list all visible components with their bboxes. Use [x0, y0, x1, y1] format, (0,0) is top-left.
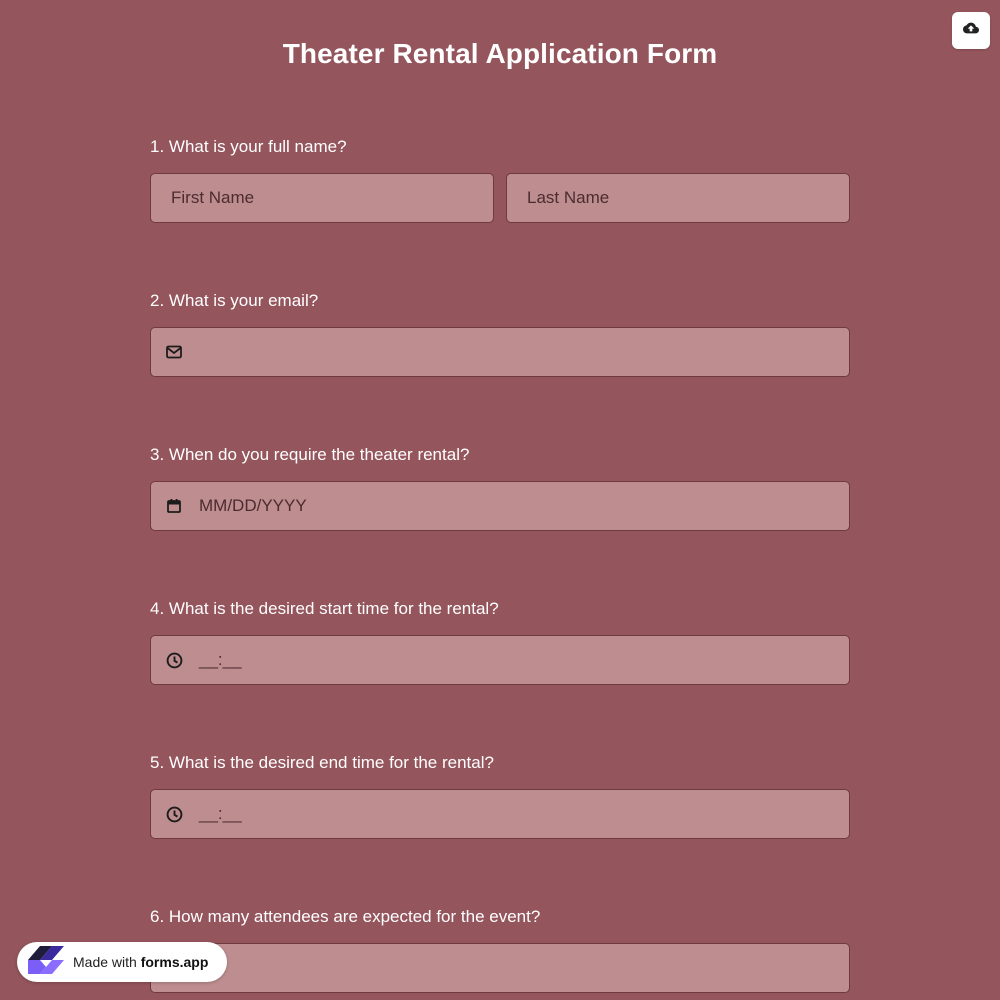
end-time-placeholder: __:__ [199, 804, 242, 823]
question-full-name: 1. What is your full name? First Name La… [150, 137, 850, 223]
forms-app-logo-icon [27, 943, 65, 982]
badge-brand: forms.app [140, 954, 209, 970]
mail-icon [165, 343, 183, 361]
question-label: 5. What is the desired end time for the … [150, 753, 494, 772]
badge-text: Made with forms.app [73, 954, 208, 970]
question-label: 2. What is your email? [150, 291, 319, 310]
date-placeholder: MM/DD/YYYY [199, 496, 307, 515]
question-email: 2. What is your email? [150, 291, 850, 377]
email-input[interactable] [150, 327, 850, 377]
clock-icon [165, 651, 183, 669]
question-start-time: 4. What is the desired start time for th… [150, 599, 850, 685]
attendees-input[interactable] [150, 943, 850, 993]
cloud-upload-icon [963, 20, 979, 41]
question-attendees: 6. How many attendees are expected for t… [150, 907, 850, 993]
question-label: 6. How many attendees are expected for t… [150, 907, 541, 926]
question-label: 1. What is your full name? [150, 137, 347, 156]
date-input[interactable]: MM/DD/YYYY [150, 481, 850, 531]
upload-button[interactable] [952, 12, 990, 49]
made-with-badge[interactable]: Made with forms.app [17, 942, 227, 982]
start-time-placeholder: __:__ [199, 650, 242, 669]
last-name-input[interactable]: Last Name [506, 173, 850, 223]
end-time-input[interactable]: __:__ [150, 789, 850, 839]
form-title: Theater Rental Application Form [282, 38, 718, 69]
question-label: 4. What is the desired start time for th… [150, 599, 499, 618]
start-time-input[interactable]: __:__ [150, 635, 850, 685]
question-label: 3. When do you require the theater renta… [150, 445, 470, 464]
first-name-placeholder: First Name [171, 188, 255, 207]
clock-icon [165, 805, 183, 823]
question-end-time: 5. What is the desired end time for the … [150, 753, 850, 839]
calendar-icon [165, 497, 183, 515]
last-name-placeholder: Last Name [527, 188, 610, 207]
first-name-input[interactable]: First Name [150, 173, 494, 223]
form-page: Theater Rental Application Form 1. What … [0, 0, 1000, 1000]
question-rental-date: 3. When do you require the theater renta… [150, 445, 850, 531]
badge-prefix: Made with [73, 954, 137, 970]
